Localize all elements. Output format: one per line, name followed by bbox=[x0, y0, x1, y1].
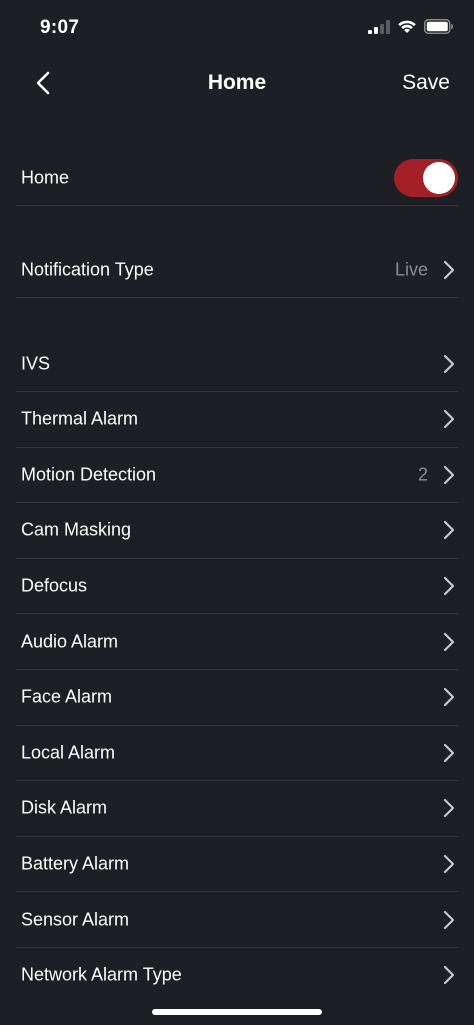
chevron-right-icon bbox=[443, 632, 455, 651]
alarm-item-label: Disk Alarm bbox=[21, 797, 108, 818]
alarm-item-label: Motion Detection bbox=[21, 464, 157, 485]
wifi-icon bbox=[398, 20, 416, 33]
chevron-right-icon bbox=[443, 743, 455, 762]
alarm-item-row[interactable]: Audio Alarm bbox=[16, 614, 458, 670]
alarm-item-row[interactable]: Local Alarm bbox=[16, 725, 458, 782]
home-toggle-label: Home bbox=[21, 167, 70, 187]
alarm-item-label: Defocus bbox=[21, 575, 88, 596]
chevron-right-icon bbox=[443, 521, 455, 540]
chevron-right-icon bbox=[443, 799, 455, 818]
chevron-right-icon bbox=[443, 965, 455, 985]
notification-type-row[interactable]: Notification Type Live bbox=[16, 242, 458, 298]
alarm-item-label: Sensor Alarm bbox=[21, 909, 130, 929]
alarm-item-label: Cam Masking bbox=[21, 519, 132, 540]
alarm-item-row[interactable]: Sensor Alarm bbox=[16, 892, 458, 948]
navigation-bar: Home Save bbox=[0, 56, 474, 112]
alarm-item-row[interactable]: IVS bbox=[16, 336, 458, 392]
status-icons bbox=[368, 19, 454, 34]
alarm-item-label: Network Alarm Type bbox=[21, 964, 182, 985]
alarm-item-label: Face Alarm bbox=[21, 686, 113, 707]
alarm-item-row[interactable]: Defocus bbox=[16, 558, 458, 615]
notification-type-value: Live bbox=[394, 259, 428, 279]
save-button[interactable]: Save bbox=[402, 71, 450, 95]
notification-type-label: Notification Type bbox=[21, 259, 154, 279]
alarm-item-row[interactable]: Battery Alarm bbox=[16, 836, 458, 893]
chevron-right-icon bbox=[443, 910, 455, 929]
chevron-right-icon bbox=[443, 576, 455, 595]
battery-icon bbox=[424, 19, 453, 34]
chevron-right-icon bbox=[443, 409, 455, 429]
toggle-knob bbox=[423, 161, 455, 194]
alarm-item-label: IVS bbox=[21, 353, 51, 373]
status-time: 9:07 bbox=[40, 17, 80, 38]
alarm-item-count: 2 bbox=[417, 464, 428, 485]
alarm-item-label: Thermal Alarm bbox=[21, 408, 139, 429]
chevron-right-icon bbox=[443, 354, 455, 373]
cellular-signal-icon bbox=[368, 19, 390, 34]
status-bar: 9:07 bbox=[0, 0, 474, 56]
chevron-right-icon bbox=[443, 854, 455, 873]
alarm-item-label: Local Alarm bbox=[21, 742, 116, 763]
alarm-item-row[interactable]: Disk Alarm bbox=[16, 781, 458, 837]
alarm-item-row[interactable]: Thermal Alarm bbox=[16, 392, 458, 448]
alarm-item-row[interactable]: Face Alarm bbox=[16, 670, 458, 726]
home-toggle-row: Home bbox=[16, 150, 458, 206]
chevron-right-icon bbox=[443, 260, 455, 279]
alarm-item-row[interactable]: Cam Masking bbox=[16, 503, 458, 559]
screen: 9:07 Home Save Home Notification Type Li… bbox=[0, 0, 474, 1025]
alarm-item-row[interactable]: Network Alarm Type bbox=[16, 948, 458, 1003]
chevron-right-icon bbox=[443, 687, 455, 707]
alarm-item-label: Audio Alarm bbox=[21, 631, 119, 651]
home-indicator bbox=[152, 1009, 322, 1015]
alarm-item-row[interactable]: Motion Detection 2 bbox=[16, 447, 458, 504]
home-toggle-switch[interactable] bbox=[394, 158, 458, 197]
chevron-right-icon bbox=[443, 465, 455, 484]
alarm-item-label: Battery Alarm bbox=[21, 853, 130, 874]
